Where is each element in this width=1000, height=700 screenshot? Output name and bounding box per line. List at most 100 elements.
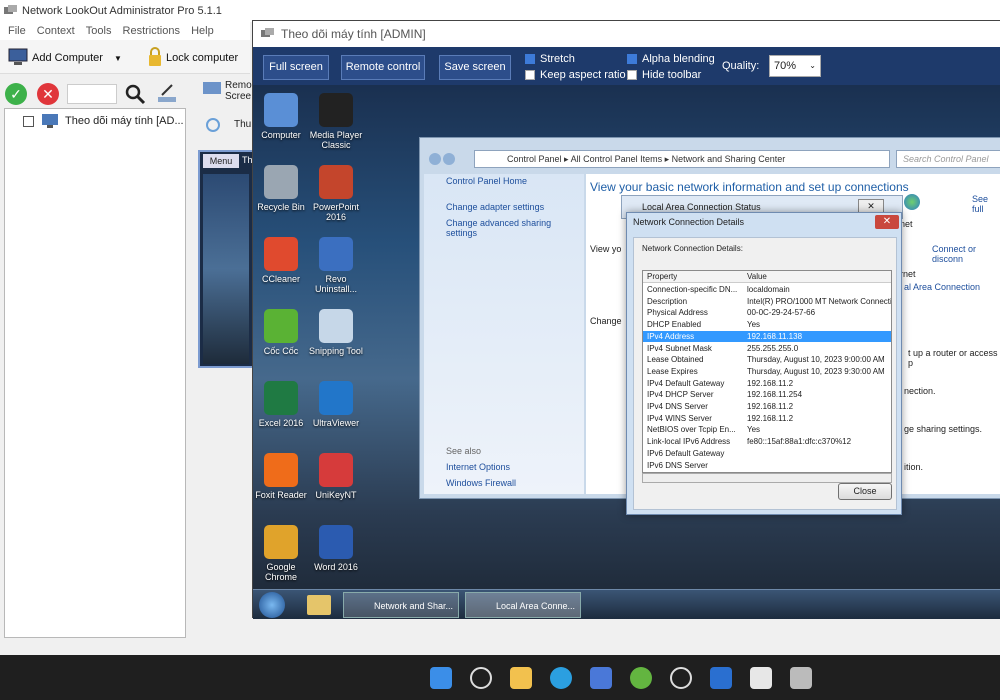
breadcrumb-all-items[interactable]: All Control Panel Items: [571, 154, 663, 164]
desktop-icon[interactable]: Excel 2016: [253, 381, 311, 428]
desktop-icon[interactable]: Computer: [253, 93, 311, 140]
computer-icon: [8, 47, 30, 67]
desktop-icon[interactable]: Revo Uninstall...: [306, 237, 366, 294]
stretch-checkbox[interactable]: Stretch: [525, 53, 575, 65]
value-cell: localdomain: [747, 285, 790, 294]
menu-context[interactable]: Context: [37, 22, 75, 40]
table-row[interactable]: Connection-specific DN... localdomain: [643, 284, 891, 296]
edge-icon[interactable]: [550, 667, 572, 689]
internet-options-link[interactable]: Internet Options: [446, 462, 510, 472]
folder-icon[interactable]: [307, 595, 331, 615]
lock-computer-button[interactable]: Lock computer: [166, 48, 238, 68]
alpha-blending-checkbox[interactable]: Alpha blending: [627, 53, 715, 65]
edit-list-icon[interactable]: [156, 83, 178, 105]
table-row[interactable]: Lease Expires Thursday, August 10, 2023 9…: [643, 366, 891, 378]
table-row[interactable]: NetBIOS over Tcpip En... Yes: [643, 424, 891, 436]
control-panel-home-link[interactable]: Control Panel Home: [446, 176, 527, 186]
taskbar-network-center[interactable]: Network and Shar...: [343, 592, 459, 618]
details-close-x-button[interactable]: ✕: [875, 215, 899, 229]
address-bar[interactable]: Control Panel ▸ All Control Panel Items …: [474, 150, 890, 168]
value-cell: Yes: [747, 320, 761, 330]
menu-file[interactable]: File: [8, 22, 26, 40]
desktop-icon[interactable]: Snipping Tool: [306, 309, 366, 356]
app-icon: [264, 165, 298, 199]
desktop-icon[interactable]: UniKeyNT: [306, 453, 366, 500]
app-icon: [319, 165, 353, 199]
local-area-connection-link[interactable]: al Area Connection: [904, 282, 980, 292]
breadcrumb-network-center[interactable]: Network and Sharing Center: [672, 154, 786, 164]
table-row[interactable]: DHCP Enabled Yes: [643, 319, 891, 331]
see-full-map-link[interactable]: See full: [972, 194, 1000, 214]
table-row[interactable]: Physical Address 00-0C-29-24-57-66: [643, 307, 891, 319]
desktop-icon[interactable]: Cốc Cốc: [253, 309, 311, 356]
table-row[interactable]: IPv4 WINS Server 192.168.11.2: [643, 413, 891, 425]
media-player-icon[interactable]: [670, 667, 692, 689]
back-forward-icon[interactable]: [428, 152, 458, 166]
close-icon[interactable]: ✕: [37, 83, 59, 105]
search-icon[interactable]: [124, 83, 146, 105]
start-orb-icon[interactable]: [259, 592, 285, 618]
coccoc-icon[interactable]: [630, 667, 652, 689]
quality-select[interactable]: 70% ⌄: [769, 55, 821, 77]
store-icon[interactable]: [590, 667, 612, 689]
desktop-icon[interactable]: Google Chrome: [253, 525, 311, 582]
hide-toolbar-checkbox[interactable]: Hide toolbar: [627, 69, 701, 81]
app-icon: [264, 525, 298, 559]
search-control-panel-input[interactable]: Search Control Panel: [896, 150, 1000, 168]
menu-tools[interactable]: Tools: [86, 22, 112, 40]
tree-item-checkbox[interactable]: [23, 116, 34, 127]
check-icon[interactable]: ✓: [5, 83, 27, 105]
connect-disconnect-link[interactable]: Connect or disconn: [932, 244, 1000, 264]
desktop-icon[interactable]: PowerPoint 2016: [306, 165, 366, 222]
change-sharing-link[interactable]: Change advanced sharing settings: [446, 218, 566, 238]
close-button[interactable]: Close: [838, 483, 892, 500]
details-table[interactable]: Property Value Connection-specific DN...…: [642, 270, 892, 473]
chevron-down-icon[interactable]: ▼: [114, 54, 122, 63]
desktop-icon[interactable]: Media Player Classic: [306, 93, 366, 150]
taskbar-local-area[interactable]: Local Area Conne...: [465, 592, 581, 618]
table-row[interactable]: Lease Obtained Thursday, August 10, 2023 …: [643, 354, 891, 366]
windows-firewall-link[interactable]: Windows Firewall: [446, 478, 516, 488]
menu-restrictions[interactable]: Restrictions: [123, 22, 180, 40]
change-adapter-link[interactable]: Change adapter settings: [446, 202, 544, 212]
tree-item-label[interactable]: Theo dõi máy tính [AD...: [65, 115, 184, 127]
remote-screen[interactable]: Word 2016 Google Chrome UniKeyNT Foxit Read…: [253, 85, 1000, 619]
table-header: Property Value: [643, 271, 891, 283]
table-row[interactable]: Description Intel(R) PRO/1000 MT Network …: [643, 296, 891, 308]
thumbnail-menu-button[interactable]: Menu: [203, 154, 239, 168]
search-icon[interactable]: [470, 667, 492, 689]
horizontal-scrollbar[interactable]: [642, 473, 892, 483]
table-row[interactable]: IPv4 Default Gateway 192.168.11.2: [643, 378, 891, 390]
defender-icon[interactable]: [710, 667, 732, 689]
table-row[interactable]: IPv6 Default Gateway: [643, 448, 891, 460]
breadcrumb-control-panel[interactable]: Control Panel: [507, 154, 562, 164]
menu-help[interactable]: Help: [191, 22, 214, 40]
thumbnail-preview[interactable]: Menu Th: [198, 150, 254, 368]
desktop-icon[interactable]: Recycle Bin: [253, 165, 311, 212]
network-icon[interactable]: [790, 667, 812, 689]
full-screen-button[interactable]: Full screen: [263, 55, 329, 80]
add-computer-button[interactable]: Add Computer ▼: [32, 48, 122, 68]
value-header[interactable]: Value: [747, 271, 767, 283]
table-row[interactable]: Link-local IPv6 Address fe80::15af:88a1:d…: [643, 436, 891, 448]
tab-remote-screen[interactable]: Remo Scree: [225, 80, 252, 102]
table-row[interactable]: IPv4 DNS Server 192.168.11.2: [643, 401, 891, 413]
desktop-icon[interactable]: CCleaner: [253, 237, 311, 284]
table-row[interactable]: IPv4 DHCP Server 192.168.11.254: [643, 389, 891, 401]
table-row[interactable]: IPv4 Address 192.168.11.138: [643, 330, 891, 343]
table-row[interactable]: IPv4 Subnet Mask 255.255.255.0: [643, 343, 891, 355]
table-row[interactable]: IPv6 DNS Server: [643, 460, 891, 472]
keep-aspect-box-icon: [525, 70, 535, 81]
start-icon[interactable]: [430, 667, 452, 689]
desktop-icon[interactable]: UltraViewer: [306, 381, 366, 428]
desktop-icon[interactable]: Word 2016: [306, 525, 366, 572]
save-screen-button[interactable]: Save screen: [439, 55, 511, 80]
property-header[interactable]: Property: [647, 271, 677, 283]
keep-aspect-checkbox[interactable]: Keep aspect ratio: [525, 69, 626, 81]
remote-control-button[interactable]: Remote control: [341, 55, 425, 80]
desktop-icon[interactable]: Foxit Reader: [253, 453, 311, 500]
tab-thumbnails[interactable]: Thu: [234, 119, 251, 130]
search-input[interactable]: [67, 84, 117, 104]
lookout-icon[interactable]: [750, 667, 772, 689]
file-explorer-icon[interactable]: [510, 667, 532, 689]
